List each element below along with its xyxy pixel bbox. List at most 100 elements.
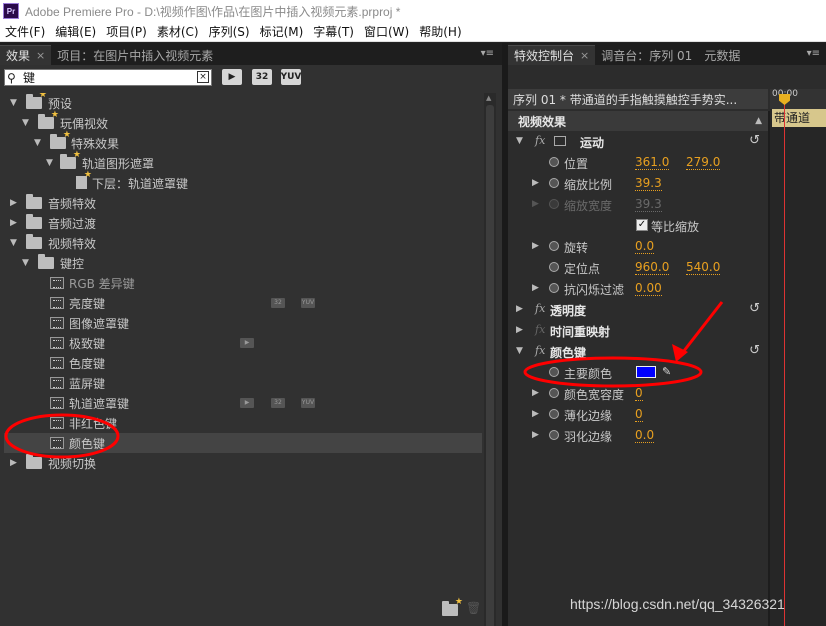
timecode-ruler[interactable]: 00:00 [770, 89, 826, 109]
expand-arrow-icon[interactable]: ▼ [22, 258, 32, 268]
stopwatch-icon[interactable] [549, 157, 559, 167]
tree-item-luma-key[interactable]: 亮度键 32 YUV [4, 293, 482, 313]
reset-icon[interactable]: ↺ [749, 133, 760, 148]
expand-arrow-icon[interactable]: ▶ [10, 458, 20, 468]
prop-value[interactable]: 0 [635, 386, 643, 401]
fx-toggle-icon[interactable]: fx [535, 134, 545, 147]
tree-item-audio-transitions[interactable]: ▶ 音频过渡 [4, 213, 482, 233]
tree-item-keying[interactable]: ▼ 键控 [4, 253, 482, 273]
tree-item-color-key[interactable]: 颜色键 [4, 433, 482, 453]
stopwatch-icon[interactable] [549, 430, 559, 440]
tree-item-ultra-key[interactable]: 极致键 ▶ [4, 333, 482, 353]
expand-arrow-icon[interactable]: ▶ [516, 304, 523, 314]
scroll-up-icon[interactable]: ▲ [486, 94, 491, 102]
reset-icon[interactable]: ↺ [749, 301, 760, 316]
tree-item-image-matte-key[interactable]: 图像遮罩键 [4, 313, 482, 333]
mini-timeline[interactable]: 00:00 带通道 [770, 89, 826, 626]
expand-arrow-icon[interactable]: ▶ [532, 388, 539, 398]
tree-item-track-matte-key[interactable]: 轨道遮罩键 ▶ 32 YUV [4, 393, 482, 413]
stopwatch-icon[interactable] [549, 409, 559, 419]
32bit-filter-button[interactable]: 32 [252, 69, 272, 85]
menu-help[interactable]: 帮助(H) [414, 23, 466, 40]
tab-close-icon[interactable]: × [580, 49, 589, 62]
menu-edit[interactable]: 编辑(E) [50, 23, 101, 40]
fx-toggle-icon[interactable]: fx [535, 302, 545, 315]
prop-value[interactable]: 0.00 [635, 281, 662, 296]
expand-arrow-icon[interactable]: ▶ [532, 409, 539, 419]
expand-arrow-icon[interactable]: ▶ [10, 198, 20, 208]
playhead-line[interactable] [784, 95, 785, 626]
prop-value[interactable]: 0 [635, 407, 643, 422]
effect-opacity[interactable]: ▶ fx 透明度 ↺ [508, 299, 768, 320]
tree-item-blue-screen-key[interactable]: 蓝屏键 [4, 373, 482, 393]
expand-arrow-icon[interactable]: ▼ [10, 98, 20, 108]
expand-arrow-icon[interactable]: ▼ [46, 158, 56, 168]
effect-motion[interactable]: ▼ fx 运动 ↺ [508, 131, 768, 152]
reset-icon[interactable]: ↺ [749, 343, 760, 358]
expand-arrow-icon[interactable]: ▶ [532, 241, 539, 251]
key-color-swatch[interactable] [636, 366, 656, 378]
fx-toggle-icon[interactable]: fx [535, 344, 545, 357]
expand-arrow-icon[interactable]: ▶ [532, 178, 539, 188]
scroll-thumb[interactable] [486, 105, 494, 626]
tree-item-chroma-key[interactable]: 色度键 [4, 353, 482, 373]
prop-value-y[interactable]: 540.0 [686, 260, 721, 275]
tree-item-video-transitions[interactable]: ▶ 视频切换 [4, 453, 482, 473]
panel-menu-icon[interactable]: ▾≡ [807, 48, 820, 59]
effect-color-key[interactable]: ▼ fx 颜色键 ↺ [508, 341, 768, 362]
delete-icon[interactable]: 🗑 [466, 601, 481, 615]
eyedropper-icon[interactable]: ✎ [662, 365, 671, 378]
collapse-up-icon[interactable]: ▲ [755, 116, 762, 126]
tab-audio-mixer[interactable]: 调音台：序列 01 [595, 45, 698, 65]
stopwatch-icon[interactable] [549, 283, 559, 293]
menu-file[interactable]: 文件(F) [0, 23, 50, 40]
tree-item-video-effects[interactable]: ▼ 视频特效 [4, 233, 482, 253]
prop-value-y[interactable]: 279.0 [686, 155, 721, 170]
prop-value[interactable]: 0.0 [635, 428, 655, 443]
stopwatch-icon[interactable] [549, 367, 559, 377]
tree-item-audio-effects[interactable]: ▶ 音频特效 [4, 193, 482, 213]
effect-time-remapping[interactable]: ▶ fx 时间重映射 [508, 320, 768, 341]
stopwatch-icon[interactable] [549, 388, 559, 398]
expand-arrow-icon[interactable]: ▼ [516, 136, 523, 146]
stopwatch-icon[interactable] [549, 262, 559, 272]
sequence-clip-label[interactable]: 序列 01 * 带通道的手指触摸触控手势实... [508, 89, 768, 109]
stopwatch-icon[interactable] [549, 178, 559, 188]
stopwatch-icon[interactable] [549, 241, 559, 251]
tree-item-puppet-effects[interactable]: ▼ 玩偶视效 [4, 110, 482, 133]
prop-value[interactable]: 39.3 [635, 176, 662, 191]
timeline-divider[interactable] [768, 111, 770, 626]
menu-window[interactable]: 窗口(W) [359, 23, 414, 40]
tab-metadata[interactable]: 元数据 [698, 45, 746, 65]
tree-item-presets[interactable]: ▼ 预设 [4, 93, 482, 113]
search-input[interactable]: ⚲ 键 × [4, 69, 212, 86]
panel-menu-icon[interactable]: ▾≡ [481, 48, 494, 59]
effects-scrollbar[interactable]: ▲ ▼ [484, 93, 496, 626]
tree-item-track-matte-key-preset[interactable]: 下层：轨道遮罩键 [4, 170, 482, 193]
menu-marker[interactable]: 标记(M) [255, 23, 309, 40]
menu-title[interactable]: 字幕(T) [308, 23, 359, 40]
prop-value-x[interactable]: 361.0 [635, 155, 670, 170]
expand-arrow-icon[interactable]: ▶ [10, 218, 20, 228]
tree-item-rgb-difference-key[interactable]: RGB 差异键 [4, 273, 482, 293]
uniform-scale-checkbox[interactable]: ✓ [636, 219, 648, 231]
tab-effect-controls[interactable]: 特效控制台 × [508, 45, 596, 65]
expand-arrow-icon[interactable]: ▶ [516, 325, 523, 335]
prop-value-x[interactable]: 960.0 [635, 260, 670, 275]
yuv-filter-button[interactable]: YUV [281, 69, 301, 85]
tree-item-track-matte-preset[interactable]: ▼ 轨道图形遮罩 [4, 150, 482, 173]
tab-project[interactable]: 项目：在图片中插入视频元素 [51, 45, 219, 65]
menu-sequence[interactable]: 序列(S) [204, 23, 255, 40]
timeline-clip[interactable]: 带通道 [772, 109, 826, 127]
prop-value[interactable]: 0.0 [635, 239, 655, 254]
expand-arrow-icon[interactable]: ▼ [34, 138, 44, 148]
tree-item-non-red-key[interactable]: 非红色键 [4, 413, 482, 433]
menu-clip[interactable]: 素材(C) [152, 23, 204, 40]
expand-arrow-icon[interactable]: ▶ [532, 430, 539, 440]
expand-arrow-icon[interactable]: ▶ [532, 283, 539, 293]
motion-transform-icon[interactable] [554, 136, 566, 146]
menu-project[interactable]: 项目(P) [101, 23, 152, 40]
expand-arrow-icon[interactable]: ▼ [22, 118, 32, 128]
expand-arrow-icon[interactable]: ▼ [516, 346, 523, 356]
tab-close-icon[interactable]: × [36, 49, 45, 62]
